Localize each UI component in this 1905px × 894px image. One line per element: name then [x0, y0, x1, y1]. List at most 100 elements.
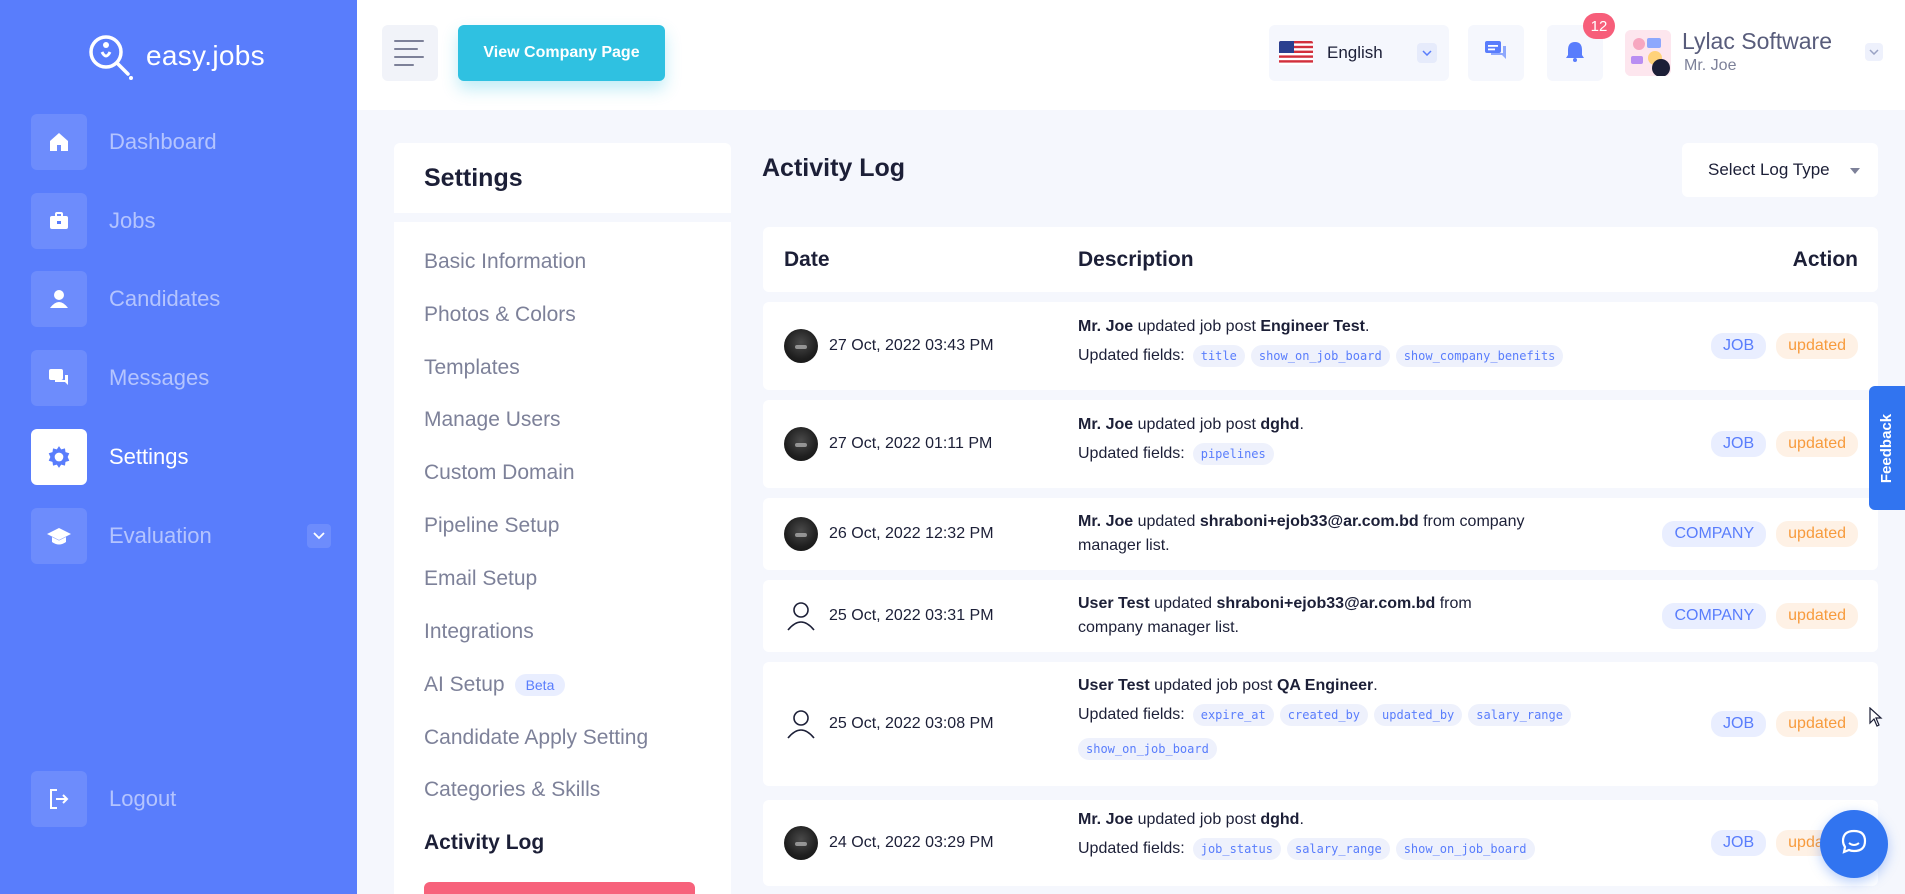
- home-icon: [31, 114, 87, 170]
- sidebar-item-label: Settings: [109, 444, 189, 469]
- subject-name: QA Engineer: [1276, 677, 1374, 694]
- settings-item-custom-domain[interactable]: Custom Domain: [424, 461, 575, 485]
- notifications-button[interactable]: 12: [1547, 13, 1615, 81]
- subject-name: shraboni+ejob33@ar.com.bd: [1216, 595, 1436, 612]
- view-company-page-button[interactable]: View Company Page: [458, 25, 665, 81]
- sidebar-item-dashboard[interactable]: Dashboard: [31, 114, 331, 170]
- sidebar-item-candidates[interactable]: Candidates: [31, 271, 331, 327]
- sidebar-item-jobs[interactable]: Jobs: [31, 193, 331, 249]
- table-row: 27 Oct, 2022 03:43 PM Mr. Joe updated jo…: [763, 302, 1878, 390]
- user-placeholder-icon: [784, 599, 818, 633]
- avatar: [784, 329, 818, 363]
- action-verb: updated: [1149, 595, 1217, 612]
- type-badge: JOB: [1711, 333, 1767, 359]
- field-chip: salary_range: [1286, 838, 1390, 860]
- delete-company-button[interactable]: [424, 882, 695, 894]
- actor-name: User Test: [1078, 595, 1150, 612]
- settings-item-basic-information[interactable]: Basic Information: [424, 250, 586, 274]
- field-chip: pipelines: [1192, 443, 1274, 465]
- menu-item-label: Integrations: [424, 620, 534, 643]
- sidebar-item-evaluation[interactable]: Evaluation: [31, 508, 331, 564]
- table-row: 24 Oct, 2022 03:29 PM Mr. Joe updated jo…: [763, 800, 1878, 886]
- chat-widget-button[interactable]: [1820, 810, 1888, 878]
- status-badge: updated: [1776, 431, 1858, 457]
- us-flag-icon: [1279, 41, 1313, 65]
- settings-item-integrations[interactable]: Integrations: [424, 620, 534, 644]
- company-avatar[interactable]: [1625, 30, 1671, 76]
- menu-item-label: Email Setup: [424, 567, 538, 590]
- subject-name: dghd: [1260, 416, 1300, 433]
- feedback-tab[interactable]: Feedback: [1869, 386, 1905, 510]
- user-icon: [31, 271, 87, 327]
- table-header: Date Description Action: [763, 227, 1878, 292]
- settings-item-ai-setup[interactable]: AI Setup Beta: [424, 673, 566, 697]
- easy-jobs-logo-icon: [84, 30, 136, 82]
- sidebar-item-label: Jobs: [109, 208, 156, 233]
- chevron-down-icon[interactable]: [307, 524, 331, 548]
- row-description: User Test updated shraboni+ejob33@ar.com…: [1078, 592, 1538, 640]
- table-row: 27 Oct, 2022 01:11 PM Mr. Joe updated jo…: [763, 400, 1878, 488]
- messages-button[interactable]: [1468, 25, 1524, 81]
- field-chip: updated_by: [1374, 704, 1463, 726]
- menu-item-label: Categories & Skills: [424, 778, 601, 801]
- action-verb: updated job post: [1133, 318, 1261, 335]
- settings-item-categories-skills[interactable]: Categories & Skills: [424, 778, 600, 802]
- updated-fields-label: Updated fields:: [1078, 445, 1185, 462]
- settings-item-pipeline-setup[interactable]: Pipeline Setup: [424, 514, 559, 538]
- status-badge: updated: [1776, 521, 1858, 547]
- language-select[interactable]: English: [1269, 25, 1449, 81]
- row-description: Mr. Joe updated job post dghd. Updated f…: [1078, 808, 1638, 860]
- updated-fields-label: Updated fields:: [1078, 706, 1185, 723]
- column-header-description: Description: [1078, 248, 1194, 271]
- actor-name: User Test: [1078, 677, 1150, 694]
- settings-item-activity-log[interactable]: Activity Log: [424, 831, 544, 855]
- settings-title: Settings: [424, 163, 523, 192]
- sidebar: easy.jobs Dashboard Jobs Candidates Mess…: [0, 0, 357, 894]
- graduation-cap-icon: [31, 508, 87, 564]
- caret-down-icon: [1850, 168, 1860, 174]
- type-badge: COMPANY: [1662, 603, 1767, 629]
- avatar: [784, 826, 818, 860]
- log-type-select[interactable]: Select Log Type: [1682, 143, 1878, 197]
- row-description: Mr. Joe updated job post Engineer Test. …: [1078, 315, 1638, 367]
- menu-item-label: Candidate Apply Setting: [424, 726, 649, 749]
- settings-item-candidate-apply-setting[interactable]: Candidate Apply Setting: [424, 726, 648, 750]
- field-chip: expire_at: [1192, 704, 1274, 726]
- row-date: 27 Oct, 2022 03:43 PM: [829, 337, 994, 354]
- menu-item-label: Templates: [424, 356, 520, 379]
- menu-toggle-icon[interactable]: [382, 25, 438, 81]
- beta-badge: Beta: [514, 674, 566, 696]
- settings-item-email-setup[interactable]: Email Setup: [424, 567, 537, 591]
- status-badge: updated: [1776, 333, 1858, 359]
- subject-name: Engineer Test: [1260, 318, 1365, 335]
- sidebar-item-settings[interactable]: Settings: [31, 429, 331, 485]
- menu-item-label: Basic Information: [424, 250, 587, 273]
- company-name: Lylac Software: [1682, 28, 1832, 54]
- bell-icon: [1563, 39, 1587, 68]
- sidebar-item-messages[interactable]: Messages: [31, 350, 331, 406]
- menu-item-label: Manage Users: [424, 408, 561, 431]
- action-verb: updated: [1133, 513, 1200, 530]
- gear-icon: [31, 429, 87, 485]
- avatar: [784, 517, 818, 551]
- column-header-date: Date: [784, 248, 830, 271]
- sidebar-item-label: Candidates: [109, 286, 221, 311]
- updated-fields-label: Updated fields:: [1078, 840, 1185, 857]
- settings-item-manage-users[interactable]: Manage Users: [424, 408, 561, 432]
- row-date: 26 Oct, 2022 12:32 PM: [829, 525, 994, 542]
- mouse-cursor-icon: [1869, 706, 1883, 732]
- chevron-down-icon[interactable]: [1865, 43, 1883, 61]
- logout-button[interactable]: Logout: [31, 771, 331, 827]
- field-chip: job_status: [1192, 838, 1281, 860]
- settings-panel-header: Settings: [394, 143, 731, 213]
- settings-item-templates[interactable]: Templates: [424, 356, 520, 380]
- status-badge: updated: [1776, 603, 1858, 629]
- row-date: 25 Oct, 2022 03:08 PM: [829, 715, 994, 732]
- chat-bubble-icon: [1839, 827, 1869, 862]
- field-chip: show_on_job_board: [1250, 345, 1390, 367]
- brand-logo[interactable]: easy.jobs: [84, 30, 265, 82]
- settings-item-photos-colors[interactable]: Photos & Colors: [424, 303, 576, 327]
- field-chip: salary_range: [1468, 704, 1571, 726]
- user-name: Mr. Joe: [1684, 57, 1737, 74]
- log-type-placeholder: Select Log Type: [1708, 160, 1830, 179]
